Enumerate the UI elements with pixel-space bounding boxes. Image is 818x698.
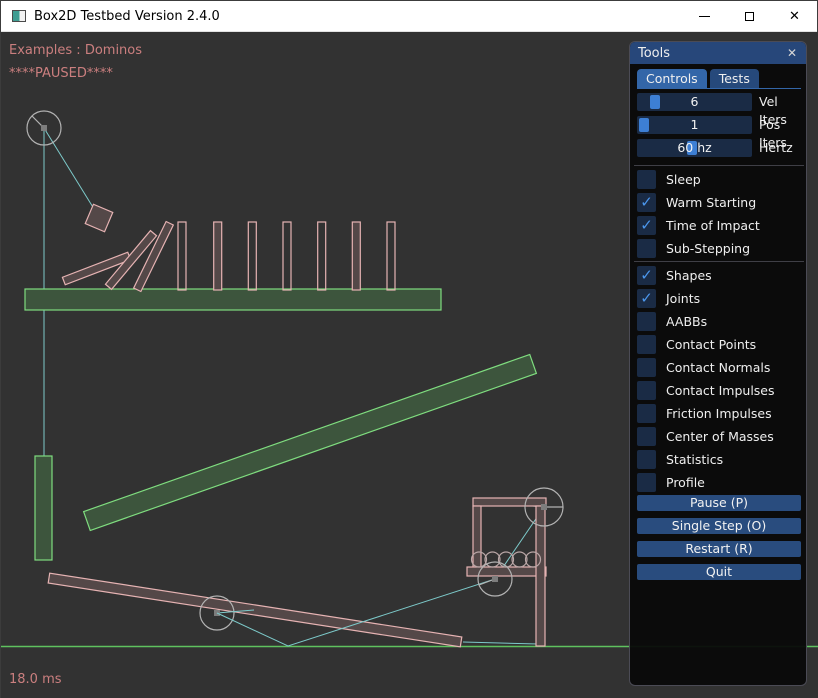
tab-underline (637, 88, 801, 89)
checkmark-icon: ✓ (640, 289, 653, 307)
panel-title: Tools (638, 46, 670, 61)
checkbox-label: Time of Impact (666, 216, 760, 235)
checkbox-friction-impulses[interactable]: Friction Impulses (637, 404, 801, 423)
app-icon (12, 10, 26, 22)
checkbox-joints[interactable]: ✓ Joints (637, 289, 801, 308)
checkmark-icon: ✓ (640, 266, 653, 284)
checkbox[interactable] (637, 239, 656, 258)
checkbox-shapes[interactable]: ✓ Shapes (637, 266, 801, 285)
checkbox-label: Joints (666, 289, 700, 308)
checkbox-label: Sleep (666, 170, 701, 189)
checkbox-label: Center of Masses (666, 427, 774, 446)
checkbox-sub-stepping[interactable]: Sub-Stepping (637, 239, 801, 258)
pause-button[interactable]: Pause (P) (637, 495, 801, 511)
slider-label: Hertz (759, 139, 793, 157)
checkbox-contact-points[interactable]: Contact Points (637, 335, 801, 354)
slider-track[interactable]: 60 hz (637, 139, 752, 157)
paused-status: ****PAUSED**** (9, 66, 113, 81)
app-window: Box2D Testbed Version 2.4.0 ✕ (0, 0, 818, 698)
maximize-icon (745, 12, 754, 21)
minimize-button[interactable] (682, 1, 727, 32)
checkbox[interactable] (637, 473, 656, 492)
checkbox-time-of-impact[interactable]: ✓ Time of Impact (637, 216, 801, 235)
slider-value: 1 (637, 116, 752, 134)
example-title: Examples : Dominos (9, 43, 142, 58)
checkmark-icon: ✓ (640, 216, 653, 234)
tab-controls[interactable]: Controls (637, 69, 707, 88)
close-icon: ✕ (789, 10, 800, 23)
checkbox-label: Contact Impulses (666, 381, 775, 400)
tools-panel: Tools ✕ Controls Tests 6 Vel Iters 1 Pos… (629, 41, 807, 686)
slider-value: 6 (637, 93, 752, 111)
checkbox[interactable]: ✓ (637, 216, 656, 235)
checkbox[interactable] (637, 450, 656, 469)
checkbox-label: Friction Impulses (666, 404, 772, 423)
checkbox-statistics[interactable]: Statistics (637, 450, 801, 469)
quit-button[interactable]: Quit (637, 564, 801, 580)
minimize-icon (699, 16, 710, 17)
checkbox-contact-impulses[interactable]: Contact Impulses (637, 381, 801, 400)
panel-close-icon[interactable]: ✕ (783, 44, 801, 62)
checkbox-center-of-masses[interactable]: Center of Masses (637, 427, 801, 446)
domino-standing (178, 222, 186, 290)
frame-structure (467, 498, 546, 646)
tools-panel-titlebar[interactable]: Tools ✕ (630, 42, 806, 64)
domino-standing (352, 222, 360, 290)
checkbox-label: Warm Starting (666, 193, 756, 212)
static-pillar (35, 456, 52, 560)
domino-standing (387, 222, 395, 290)
slider-hertz[interactable]: 60 hz Hertz (637, 139, 801, 157)
checkbox-label: Shapes (666, 266, 712, 285)
shelf-balls (472, 552, 541, 567)
checkbox[interactable] (637, 358, 656, 377)
checkbox-sleep[interactable]: Sleep (637, 170, 801, 189)
checkbox[interactable] (637, 170, 656, 189)
slider-track[interactable]: 1 (637, 116, 752, 134)
checkbox-label: Profile (666, 473, 705, 492)
ramp (84, 355, 537, 531)
joint-line-ground (463, 642, 538, 644)
frame-time: 18.0 ms (9, 672, 62, 687)
checkbox-label: Contact Points (666, 335, 756, 354)
restart-button[interactable]: Restart (R) (637, 541, 801, 557)
checkbox-profile[interactable]: Profile (637, 473, 801, 492)
separator (634, 261, 804, 262)
checkbox[interactable] (637, 312, 656, 331)
checkbox-label: Contact Normals (666, 358, 770, 377)
domino-platform (25, 289, 441, 310)
checkbox[interactable]: ✓ (637, 266, 656, 285)
checkbox-label: AABBs (666, 312, 707, 331)
slider-pos-iters[interactable]: 1 Pos Iters (637, 116, 801, 134)
close-button[interactable]: ✕ (772, 1, 817, 32)
hanging-box (85, 204, 113, 232)
slider-track[interactable]: 6 (637, 93, 752, 111)
checkbox[interactable]: ✓ (637, 289, 656, 308)
checkbox-label: Statistics (666, 450, 723, 469)
tabbar: Controls Tests (637, 69, 801, 88)
single-step-button[interactable]: Single Step (O) (637, 518, 801, 534)
titlebar[interactable]: Box2D Testbed Version 2.4.0 ✕ (1, 1, 817, 32)
checkbox[interactable]: ✓ (637, 193, 656, 212)
domino-standing (248, 222, 256, 290)
checkbox-label: Sub-Stepping (666, 239, 750, 258)
checkbox[interactable] (637, 404, 656, 423)
domino-standing (214, 222, 222, 290)
window-title: Box2D Testbed Version 2.4.0 (34, 9, 220, 24)
checkbox[interactable] (637, 427, 656, 446)
domino-standing (318, 222, 326, 290)
checkbox[interactable] (637, 381, 656, 400)
tab-tests[interactable]: Tests (710, 69, 759, 88)
maximize-button[interactable] (727, 1, 772, 32)
joint-line-diagonal (44, 128, 99, 217)
checkbox-warm-starting[interactable]: ✓ Warm Starting (637, 193, 801, 212)
slider-value: 60 hz (637, 139, 752, 157)
checkbox-contact-normals[interactable]: Contact Normals (637, 358, 801, 377)
checkbox-aabbs[interactable]: AABBs (637, 312, 801, 331)
slider-vel-iters[interactable]: 6 Vel Iters (637, 93, 801, 111)
separator (634, 165, 804, 166)
checkmark-icon: ✓ (640, 193, 653, 211)
checkbox[interactable] (637, 335, 656, 354)
domino-standing (283, 222, 291, 290)
